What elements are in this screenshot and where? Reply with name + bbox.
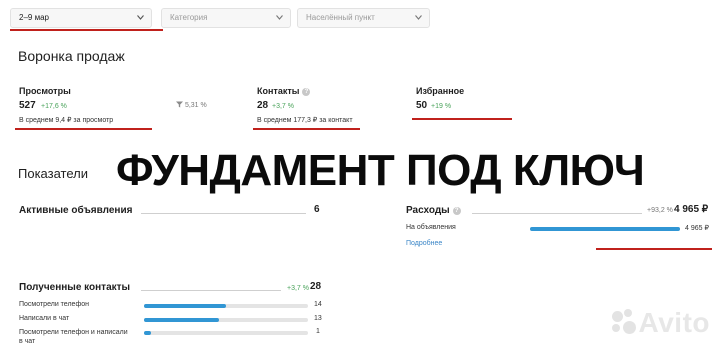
avito-logo-icon <box>610 309 636 335</box>
more-details-link[interactable]: Подробнее <box>406 240 442 247</box>
category-filter-dropdown[interactable]: Категория <box>161 8 291 28</box>
divider <box>141 290 281 291</box>
favorites-delta: +19 % <box>431 103 452 110</box>
expenses-ads-value: 4 965 ₽ <box>685 225 709 232</box>
contacts-label-text: Контакты <box>257 86 300 96</box>
contacts-received-delta: +3,7 % <box>287 285 309 292</box>
location-filter-dropdown[interactable]: Населённый пункт <box>297 8 430 28</box>
views-label: Просмотры <box>19 86 71 96</box>
date-filter-dropdown[interactable]: 2–9 мар <box>10 8 152 28</box>
expenses-ads-bar-fill <box>530 227 680 231</box>
funnel-icon <box>176 101 183 108</box>
contacts-received-label: Полученные контакты <box>19 282 131 293</box>
expenses-ads-label: На объявления <box>406 224 456 231</box>
indicators-title: Показатели <box>18 166 88 181</box>
contacts-received-value: 28 <box>310 281 322 292</box>
contacts-value: 28 <box>257 100 269 111</box>
avito-watermark-text: Avito <box>638 307 710 338</box>
contacts-average: В среднем 177,3 ₽ за контакт <box>257 117 353 124</box>
chevron-down-icon <box>415 15 422 20</box>
highlight-underline <box>596 248 712 250</box>
contacts-row-label: Посмотрели телефон <box>19 301 89 308</box>
contacts-row-value: 14 <box>314 301 322 308</box>
contacts-label: Контакты? <box>257 86 311 96</box>
divider <box>141 213 306 214</box>
avito-watermark: Avito <box>610 307 710 339</box>
highlight-underline <box>412 118 512 120</box>
funnel-title: Воронка продаж <box>18 48 125 64</box>
highlight-underline <box>253 128 360 130</box>
contacts-row-value: 13 <box>314 315 322 322</box>
views-average: В среднем 9,4 ₽ за просмотр <box>19 117 114 124</box>
contacts-row-bar-fill <box>144 318 220 322</box>
help-icon[interactable]: ? <box>452 207 461 215</box>
location-filter-placeholder: Населённый пункт <box>306 13 375 22</box>
banner-overlay-text: ФУНДАМЕНТ ПОД КЛЮЧ <box>116 146 645 195</box>
expenses-ads-bar <box>530 227 680 231</box>
chevron-down-icon <box>276 15 283 20</box>
active-ads-value: 6 <box>314 204 320 215</box>
contacts-row-value: 1 <box>316 328 320 335</box>
contacts-delta: +3,7 % <box>272 103 294 110</box>
views-value: 527 <box>19 100 36 111</box>
highlight-underline <box>15 128 152 130</box>
help-icon[interactable]: ? <box>302 88 311 96</box>
contacts-row-bar-fill <box>144 331 151 335</box>
contacts-row-bar <box>144 304 308 308</box>
expenses-value: 4 965 ₽ <box>674 204 709 215</box>
highlight-underline <box>10 29 163 31</box>
active-ads-label: Активные объявления <box>19 205 133 216</box>
views-delta: +17,6 % <box>41 103 67 110</box>
date-filter-value: 2–9 мар <box>19 13 49 22</box>
divider <box>472 213 642 214</box>
contacts-row-label: Посмотрели телефон и написали в чат <box>19 329 128 345</box>
conversion-rate-value: 5,31 % <box>184 102 207 109</box>
contacts-row-bar-fill <box>144 304 226 308</box>
contacts-row-bar <box>144 318 308 322</box>
conversion-rate: 5,31 % <box>176 101 207 109</box>
favorites-label: Избранное <box>416 86 465 96</box>
expenses-label: Расходы? <box>406 205 461 216</box>
expenses-delta: +93,2 % <box>647 207 673 214</box>
category-filter-placeholder: Категория <box>170 13 208 22</box>
expenses-label-text: Расходы <box>406 205 450 216</box>
contacts-row-bar <box>144 331 308 335</box>
contacts-row-label: Написали в чат <box>19 315 70 322</box>
chevron-down-icon <box>137 15 144 20</box>
favorites-value: 50 <box>416 100 428 111</box>
